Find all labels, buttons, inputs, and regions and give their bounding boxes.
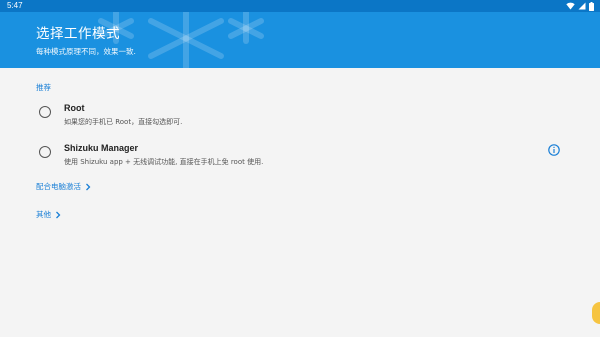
option-shizuku-title: Shizuku Manager (64, 143, 139, 153)
signal-icon (578, 2, 586, 10)
page-subtitle: 每种模式原理不同，效果一致. (36, 47, 136, 56)
option-shizuku-description: 使用 Shizuku app + 无线调试功能, 直接在手机上免 root 使用… (64, 158, 264, 166)
option-root-description: 如果您的手机已 Root，直接勾选即可. (64, 118, 183, 126)
status-icons (566, 0, 594, 12)
other-link[interactable]: 其他 (36, 209, 61, 220)
floating-edge-button[interactable] (592, 302, 600, 324)
option-root-title: Root (64, 103, 85, 113)
section-label-recommended: 推荐 (36, 83, 51, 92)
radio-shizuku-manager[interactable] (39, 146, 51, 158)
status-bar: 5:47 (0, 0, 600, 12)
pc-activation-link[interactable]: 配合电脑激活 (36, 181, 91, 192)
info-icon[interactable] (548, 144, 560, 156)
status-time: 5:47 (7, 1, 23, 10)
chevron-right-icon (56, 211, 61, 218)
wifi-icon (566, 2, 575, 10)
chevron-right-icon (86, 183, 91, 190)
option-shizuku-manager[interactable]: Shizuku Manager 使用 Shizuku app + 无线调试功能,… (0, 140, 600, 170)
other-label: 其他 (36, 210, 51, 219)
radio-root[interactable] (39, 106, 51, 118)
pc-activation-label: 配合电脑激活 (36, 182, 81, 191)
option-root[interactable]: Root 如果您的手机已 Root，直接勾选即可. (0, 100, 600, 130)
app-header: 选择工作模式 每种模式原理不同，效果一致. (0, 12, 600, 68)
snowflake-decoration-icon (98, 12, 264, 68)
page-title: 选择工作模式 (36, 26, 120, 42)
battery-icon (589, 1, 594, 11)
